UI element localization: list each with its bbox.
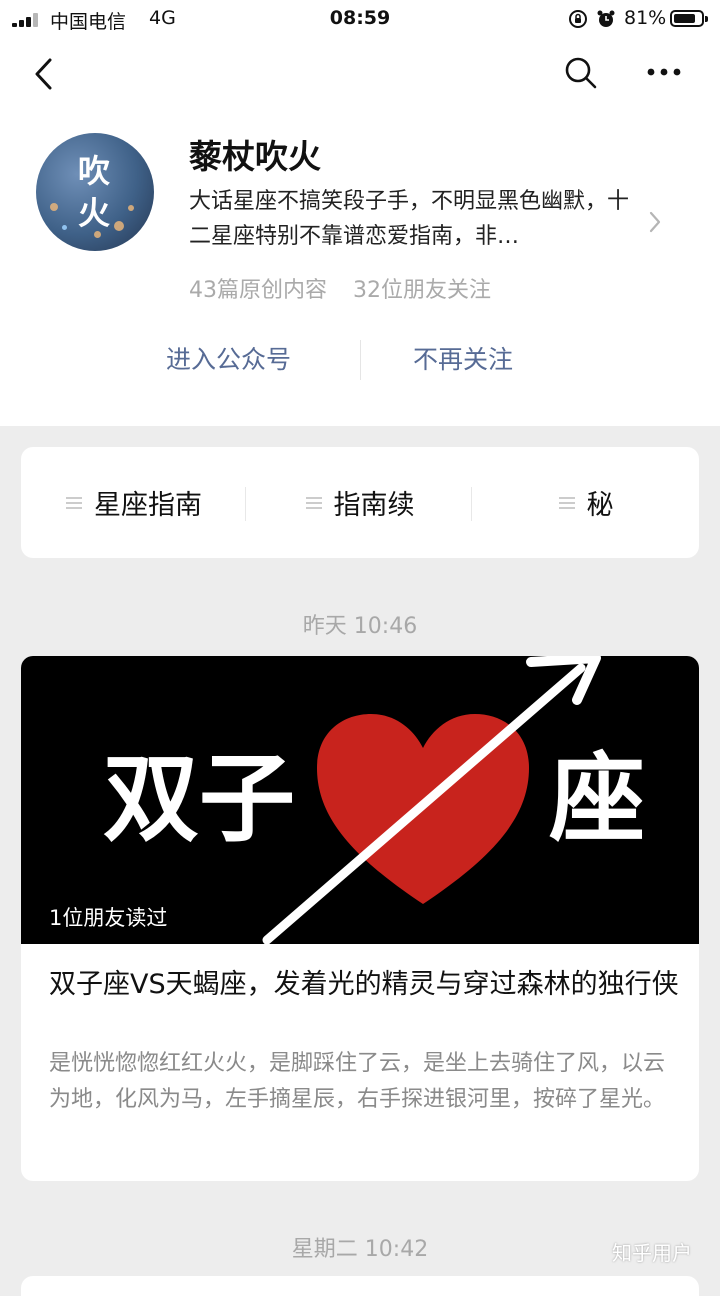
list-icon xyxy=(66,494,82,512)
menu-item-mi[interactable]: 秘 xyxy=(473,447,699,558)
search-icon[interactable] xyxy=(564,56,598,90)
article-card[interactable] xyxy=(21,1276,699,1296)
chevron-right-icon[interactable] xyxy=(647,210,663,234)
account-stats: 43篇原创内容 32位朋友关注 xyxy=(189,272,491,304)
articles-count: 43篇原创内容 xyxy=(189,278,327,303)
list-icon xyxy=(558,494,575,512)
list-icon xyxy=(305,494,322,512)
menu-item-xingzuo-zhinan[interactable]: 星座指南 xyxy=(21,447,247,558)
rotation-lock-icon xyxy=(569,10,587,28)
unfollow-button[interactable]: 不再关注 xyxy=(413,340,513,376)
avatar-text: 吹火 xyxy=(77,152,112,232)
account-actions: 进入公众号 不再关注 xyxy=(0,340,720,384)
custom-menu: 星座指南 指南续 秘 xyxy=(21,447,699,558)
cover-graphic: 双子 座 xyxy=(103,656,645,944)
chevron-left-icon[interactable] xyxy=(30,56,60,92)
friends-read-label: 1位朋友读过 xyxy=(49,906,168,930)
battery-icon xyxy=(670,10,708,27)
article-card[interactable]: 双子 座 1位朋友读过 双子座VS天蝎座，发着光的精灵与穿过森林的独行侠 是恍恍… xyxy=(21,656,699,1181)
watermark: 知乎用户 xyxy=(612,1241,692,1265)
actions-divider xyxy=(360,340,361,380)
menu-item-label: 星座指南 xyxy=(94,490,202,521)
alarm-icon xyxy=(597,10,615,27)
enter-account-button[interactable]: 进入公众号 xyxy=(166,340,291,376)
article-cover-image[interactable]: 双子 座 1位朋友读过 xyxy=(21,656,699,944)
message-date: 昨天 10:46 xyxy=(302,614,418,639)
cover-text-left: 双子 xyxy=(103,743,295,855)
menu-item-label: 秘 xyxy=(586,490,614,521)
friends-follow-count: 32位朋友关注 xyxy=(353,278,491,303)
status-bar: 中国电信 4G 08:59 81% xyxy=(0,0,720,40)
article-title[interactable]: 双子座VS天蝎座，发着光的精灵与穿过森林的独行侠 xyxy=(49,966,679,1003)
more-horizontal-icon[interactable] xyxy=(646,66,682,78)
menu-divider xyxy=(245,487,246,521)
account-description[interactable]: 大话星座不搞笑段子手，不明显黑色幽默，十二星座特别不靠谱恋爱指南，非… xyxy=(189,184,644,254)
cover-text-right: 座 xyxy=(549,743,645,855)
account-name: 藜杖吹火 xyxy=(189,137,321,176)
menu-item-label: 指南续 xyxy=(333,490,415,521)
menu-divider xyxy=(471,487,472,521)
menu-item-zhinan-xu[interactable]: 指南续 xyxy=(247,447,473,558)
avatar[interactable]: 吹火 xyxy=(36,133,154,251)
article-digest: 是恍恍惚惚红红火火，是脚踩住了云，是坐上去骑住了风，以云为地，化风为马，左手摘星… xyxy=(49,1051,666,1112)
battery-percent: 81% xyxy=(624,7,667,29)
